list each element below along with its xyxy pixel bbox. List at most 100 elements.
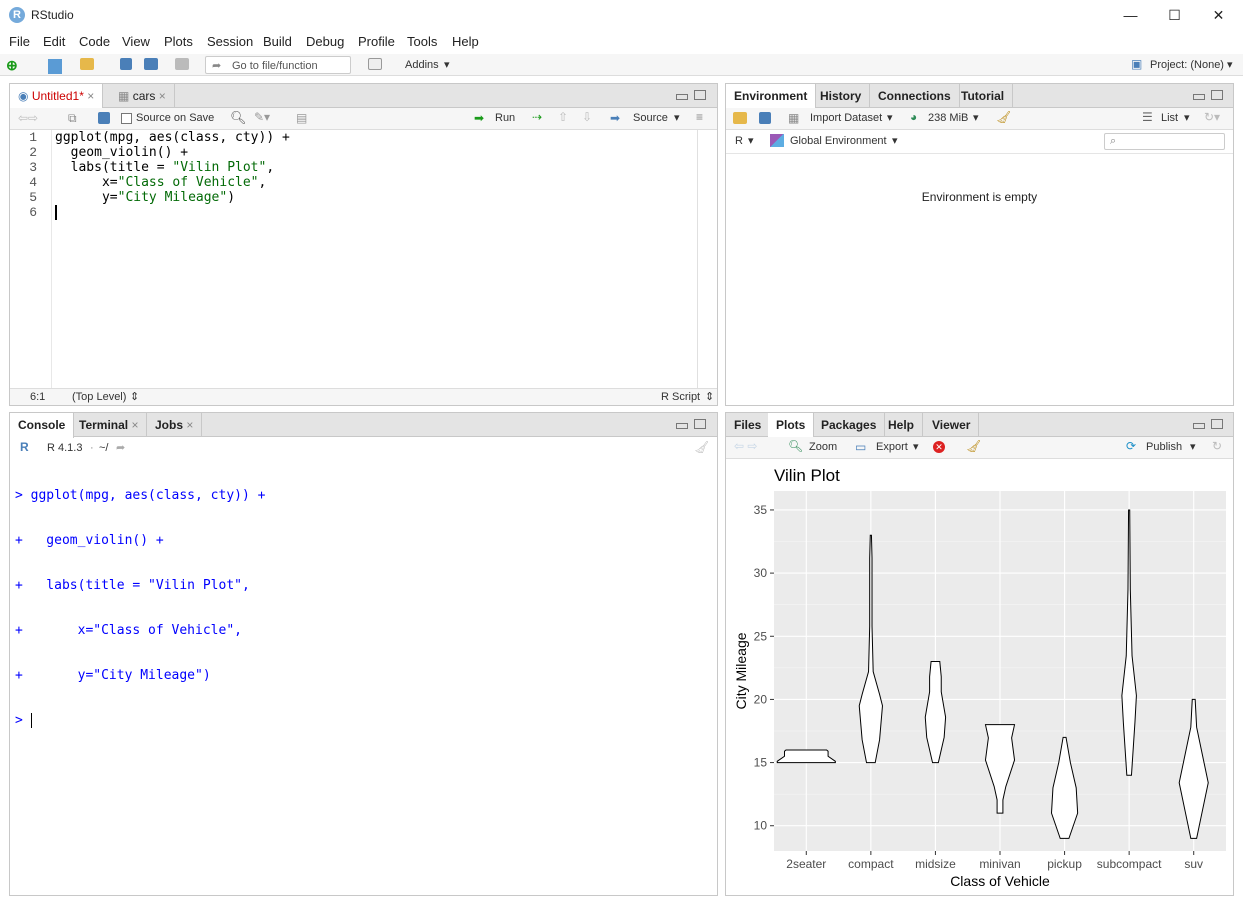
memory-usage[interactable]: 238 MiB	[928, 112, 968, 124]
maximize-pane-icon[interactable]	[694, 419, 706, 429]
close-button[interactable]: ✕	[1196, 0, 1241, 30]
tab-help[interactable]: Help	[880, 413, 924, 437]
export-dropdown-icon[interactable]: ▾	[913, 440, 919, 453]
minimize-button[interactable]: —	[1108, 0, 1153, 30]
tab-terminal[interactable]: Terminal ×	[71, 413, 148, 437]
tab-history[interactable]: History	[812, 84, 871, 108]
language-selector[interactable]: R	[735, 135, 743, 147]
goto-dir-icon[interactable]: ➦	[116, 441, 125, 454]
close-tab-icon[interactable]: ×	[186, 418, 193, 432]
doc-outline-icon[interactable]: ≡	[696, 110, 703, 124]
tab-cars[interactable]: ▦ cars ×	[110, 84, 175, 108]
rerun-icon[interactable]: ⇢	[532, 110, 542, 124]
memory-dropdown-icon[interactable]: ▾	[973, 111, 979, 124]
console-output[interactable]: > ggplot(mpg, aes(class, cty)) + + geom_…	[15, 458, 265, 758]
close-tab-icon[interactable]: ×	[131, 418, 138, 432]
maximize-pane-icon[interactable]	[1211, 90, 1223, 100]
tab-environment[interactable]: Environment	[726, 84, 817, 109]
scope-selector[interactable]: (Top Level)	[72, 391, 126, 403]
scope-selector[interactable]: Global Environment	[790, 135, 887, 147]
close-tab-icon[interactable]: ×	[87, 89, 94, 103]
refresh-plot-icon[interactable]: ↻	[1212, 439, 1222, 453]
down-icon[interactable]: ⇩	[582, 110, 592, 124]
scope-dropdown-icon[interactable]: ⇕	[130, 390, 139, 403]
import-dropdown-icon[interactable]: ▾	[887, 111, 893, 124]
tab-tutorial[interactable]: Tutorial	[953, 84, 1014, 108]
menu-help[interactable]: Help	[452, 34, 479, 49]
source-dropdown-icon[interactable]: ▾	[674, 111, 680, 124]
tab-console[interactable]: Console	[10, 413, 75, 438]
up-icon[interactable]: ⇧	[558, 110, 568, 124]
language-dropdown-icon[interactable]: ▾	[748, 134, 754, 147]
minimize-pane-icon[interactable]	[1193, 94, 1205, 100]
menu-session[interactable]: Session	[207, 34, 253, 49]
show-in-window-icon[interactable]: ⧉	[68, 111, 77, 126]
save-icon[interactable]	[120, 58, 132, 73]
run-button[interactable]: Run	[495, 112, 515, 124]
addins-menu[interactable]: Addins	[405, 59, 439, 71]
maximize-pane-icon[interactable]	[694, 90, 706, 100]
view-mode-selector[interactable]: List	[1161, 112, 1178, 124]
source-on-save-checkbox[interactable]	[121, 113, 132, 124]
export-button[interactable]: Export	[876, 441, 908, 453]
menu-tools[interactable]: Tools	[407, 34, 437, 49]
publish-dropdown-icon[interactable]: ▾	[1190, 440, 1196, 453]
menu-code[interactable]: Code	[79, 34, 110, 49]
maximize-pane-icon[interactable]	[1211, 419, 1223, 429]
tab-plots[interactable]: Plots	[768, 413, 815, 438]
tab-untitled1[interactable]: ◉ Untitled1* ×	[10, 84, 104, 109]
close-tab-icon[interactable]: ×	[159, 89, 166, 103]
menu-build[interactable]: Build	[263, 34, 292, 49]
project-menu[interactable]: Project: (None)	[1150, 59, 1224, 71]
minimize-pane-icon[interactable]	[676, 94, 688, 100]
tab-jobs[interactable]: Jobs ×	[147, 413, 203, 437]
maximize-button[interactable]: ☐	[1152, 0, 1197, 30]
save-all-icon[interactable]	[144, 58, 158, 73]
menu-view[interactable]: View	[122, 34, 150, 49]
prev-plot-icon[interactable]: ⇦ ⇨	[734, 439, 757, 453]
refresh-icon[interactable]: ↻▾	[1204, 110, 1220, 124]
grid-layout-icon[interactable]	[368, 58, 382, 73]
list-dropdown-icon[interactable]: ▾	[1184, 111, 1190, 124]
tab-packages[interactable]: Packages	[813, 413, 886, 437]
addins-dropdown-icon[interactable]: ▾	[444, 58, 450, 71]
tab-viewer[interactable]: Viewer	[924, 413, 980, 437]
goto-file-input[interactable]: ➦ Go to file/function	[205, 56, 351, 74]
clear-console-icon[interactable]: 🧹︎	[694, 440, 709, 454]
search-icon[interactable]: 🔍︎	[230, 110, 247, 126]
menu-profile[interactable]: Profile	[358, 34, 395, 49]
file-type-selector[interactable]: R Script	[661, 391, 700, 403]
title-bar: R RStudio — ☐ ✕	[0, 0, 1243, 30]
open-file-icon[interactable]	[80, 58, 94, 73]
goto-arrow-icon: ➦	[212, 60, 222, 72]
menu-plots[interactable]: Plots	[164, 34, 193, 49]
tab-files[interactable]: Files	[726, 413, 771, 437]
source-button[interactable]: Source	[633, 112, 668, 124]
outline-icon[interactable]: ▤	[296, 111, 307, 125]
tab-connections[interactable]: Connections	[870, 84, 960, 108]
new-file-icon[interactable]: ⊕	[6, 57, 18, 74]
env-search-input[interactable]: ⌕	[1104, 133, 1225, 150]
menu-edit[interactable]: Edit	[43, 34, 65, 49]
import-dataset-button[interactable]: Import Dataset	[810, 112, 882, 124]
zoom-button[interactable]: Zoom	[809, 441, 837, 453]
menu-file[interactable]: File	[9, 34, 30, 49]
magic-wand-icon[interactable]: ✎▾	[254, 110, 270, 124]
scope-dropdown-icon[interactable]: ▾	[892, 134, 898, 147]
broom-icon[interactable]: 🧹︎	[996, 110, 1011, 124]
save-editor-icon[interactable]	[98, 112, 110, 127]
print-icon[interactable]	[175, 58, 189, 73]
minimize-pane-icon[interactable]	[1193, 423, 1205, 429]
load-workspace-icon[interactable]	[733, 112, 747, 127]
minimize-pane-icon[interactable]	[676, 423, 688, 429]
project-dropdown-icon[interactable]: ▾	[1227, 58, 1233, 71]
menu-debug[interactable]: Debug	[306, 34, 344, 49]
clear-plots-icon[interactable]: 🧹︎	[966, 439, 981, 453]
file-type-dropdown-icon[interactable]: ⇕	[705, 390, 714, 403]
remove-plot-icon[interactable]: ✕	[933, 441, 945, 453]
publish-button[interactable]: Publish	[1146, 441, 1182, 453]
save-workspace-icon[interactable]	[759, 112, 771, 127]
new-project-icon[interactable]	[48, 59, 62, 74]
back-icon[interactable]: ⇦⇨	[18, 111, 38, 125]
code-editor[interactable]: ggplot(mpg, aes(class, cty)) + geom_viol…	[55, 130, 290, 220]
